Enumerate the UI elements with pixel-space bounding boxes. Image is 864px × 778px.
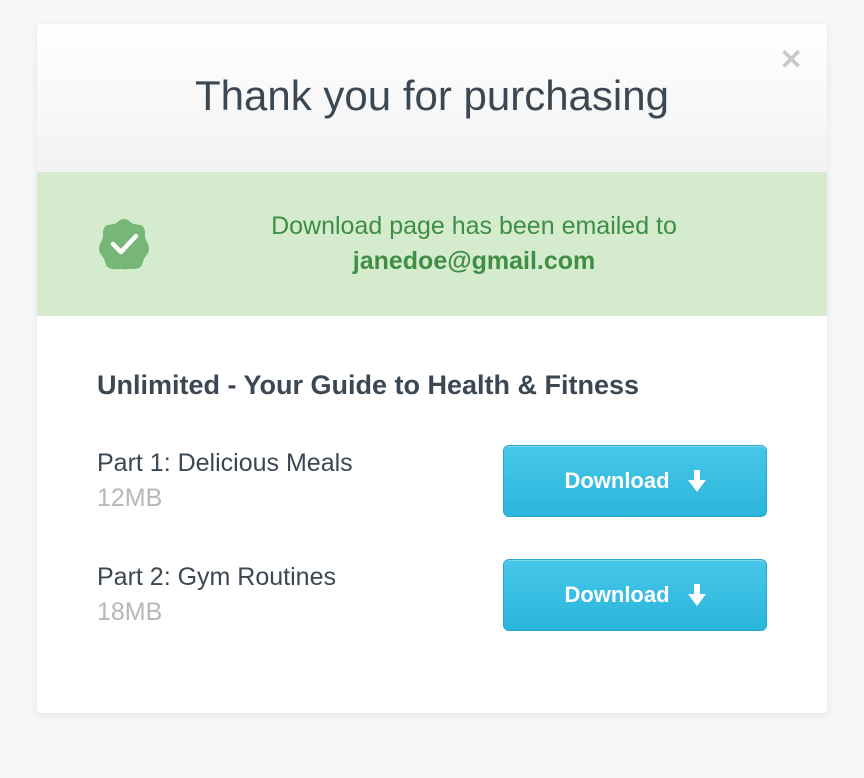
file-row: Part 1: Delicious Meals 12MB Download (97, 445, 767, 517)
email-notice: Download page has been emailed to janedo… (37, 172, 827, 316)
notice-email: janedoe@gmail.com (181, 247, 767, 276)
modal-body: Unlimited - Your Guide to Health & Fitne… (37, 316, 827, 713)
notice-text: Download page has been emailed to janedo… (181, 212, 767, 276)
modal-header: ✕ Thank you for purchasing (37, 24, 827, 172)
notice-message: Download page has been emailed to (271, 212, 677, 240)
download-button-label: Download (564, 582, 669, 608)
file-size: 12MB (97, 484, 353, 513)
modal-title: Thank you for purchasing (67, 72, 797, 120)
download-arrow-icon (688, 584, 706, 606)
download-button-label: Download (564, 468, 669, 494)
file-name: Part 1: Delicious Meals (97, 449, 353, 478)
file-row: Part 2: Gym Routines 18MB Download (97, 559, 767, 631)
product-title: Unlimited - Your Guide to Health & Fitne… (97, 370, 767, 401)
download-button[interactable]: Download (503, 559, 767, 631)
file-size: 18MB (97, 598, 336, 627)
close-icon[interactable]: ✕ (780, 46, 803, 74)
download-button[interactable]: Download (503, 445, 767, 517)
file-info: Part 1: Delicious Meals 12MB (97, 449, 353, 513)
download-arrow-icon (688, 470, 706, 492)
file-info: Part 2: Gym Routines 18MB (97, 563, 336, 627)
file-name: Part 2: Gym Routines (97, 563, 336, 592)
checkmark-badge-icon (97, 217, 151, 271)
purchase-confirmation-modal: ✕ Thank you for purchasing Download page… (37, 24, 827, 713)
